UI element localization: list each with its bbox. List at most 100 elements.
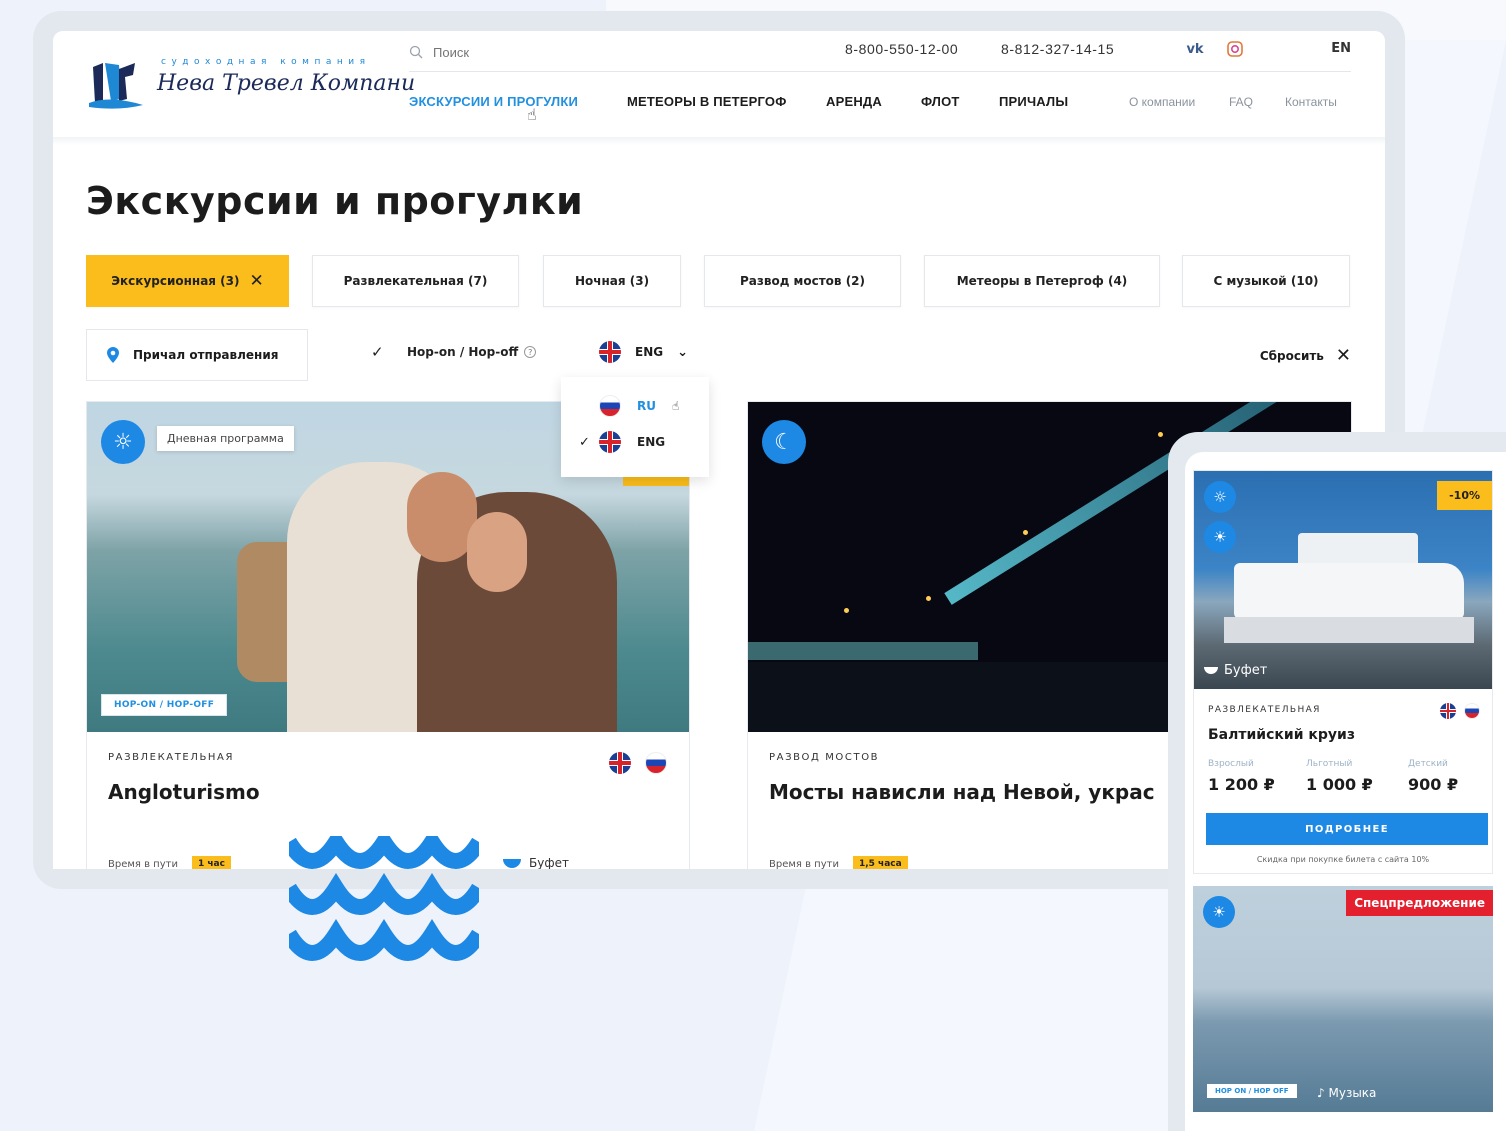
music-feature: ♪ Музыка [1317,1086,1376,1100]
price-adult: Взрослый 1 200 ₽ [1208,759,1275,794]
reset-button[interactable]: Сбросить ✕ [1260,345,1351,366]
tour-category: РАЗВОД МОСТОВ [769,752,880,763]
ru-flag-icon [599,395,621,417]
tour-name[interactable]: Балтийский круиз [1208,727,1355,743]
language-select[interactable]: ENG ⌄ [599,341,688,363]
price-label: Льготный [1306,759,1353,769]
tour-duration: Время в пути 1 час [108,856,231,869]
vk-icon[interactable]: vk [1185,39,1205,59]
search-bar[interactable] [409,41,789,63]
logo-tagline: судоходная компания [161,57,371,67]
hand-cursor-icon: ☝ [527,105,537,124]
search-input[interactable] [433,44,733,60]
sunrise-icon[interactable]: ☀ [1204,521,1236,553]
help-icon[interactable]: ? [524,346,537,358]
image-detail [926,596,931,601]
nav-about[interactable]: О компании [1129,95,1195,109]
pier-filter-label: Причал отправления [133,348,279,362]
tour-duration: Время в пути 1,5 часа [769,856,908,869]
ru-flag-icon [645,752,667,774]
nav-meteors[interactable]: МЕТЕОРЫ В ПЕТЕРГОФ [627,94,787,109]
chip-entertainment[interactable]: Развлекательная (7) [312,255,519,307]
hop-badge: HOP-ON / HOP-OFF [101,694,228,716]
tour-name[interactable]: Angloturismo [108,780,260,804]
tour-languages [1440,703,1480,719]
tour-category: РАЗВЛЕКАТЕЛЬНАЯ [1208,705,1321,715]
discount-note: Скидка при покупке билета с сайта 10% [1256,855,1430,864]
language-option-eng[interactable]: ENG [599,431,665,453]
logo-name: Нева Тревел Компани [157,71,416,96]
uk-flag-icon [599,431,621,453]
language-option-ru[interactable]: RU ☝ [599,395,679,417]
buffet-icon [1204,667,1218,674]
music-note-icon: ♪ [1317,1086,1325,1100]
duration-label: Время в пути [769,858,839,870]
chip-label: Метеоры в Петергоф (4) [956,274,1128,288]
nav-fleet[interactable]: ФЛОТ [921,94,960,109]
moon-icon[interactable]: ☾ [762,420,806,464]
pier-filter[interactable]: Причал отправления [86,329,308,381]
phone-link-1[interactable]: 8-800-550-12-00 [845,41,958,57]
sun-icon[interactable]: ☼ [101,420,145,464]
chip-label: Экскурсионная (3) [111,274,240,288]
duration-value: 1 час [191,856,231,869]
image-detail [1298,533,1418,567]
language-switch[interactable]: EN [1331,41,1351,56]
page-title: Экскурсии и прогулки [86,179,584,223]
close-icon[interactable]: ✕ [250,271,264,291]
chip-bridges[interactable]: Развод мостов (2) [704,255,901,307]
price-value: 900 ₽ [1408,775,1459,794]
nav-piers[interactable]: ПРИЧАЛЫ [999,94,1068,109]
buffet-feature: Буфет [503,856,569,869]
sunrise-icon[interactable]: ☀ [1203,896,1235,928]
language-option-label: ENG [637,435,666,449]
nav-rent[interactable]: АРЕНДА [826,94,882,109]
search-icon [409,45,423,59]
price-label: Взрослый [1208,759,1254,769]
price-label: Детский [1408,759,1448,769]
details-button[interactable]: ПОДРОБНЕЕ [1206,813,1488,845]
buffet-feature: Буфет [1204,663,1267,678]
image-detail [1023,530,1028,535]
hop-checkbox[interactable]: ✓ [371,343,391,365]
mobile-frame: ☼ ☀ -10% Буфет РАЗВЛЕКАТЕЛЬНАЯ Балтийски… [1168,432,1506,1131]
phone-link-2[interactable]: 8-812-327-14-15 [1001,41,1114,57]
sun-icon[interactable]: ☼ [1204,481,1236,513]
price-child: Детский 900 ₽ [1408,759,1458,794]
image-detail [748,642,978,660]
buffet-label: Буфет [529,856,569,869]
tour-category: РАЗВЛЕКАТЕЛЬНАЯ [108,752,235,763]
hop-badge: HOP ON / HOP OFF [1207,1084,1297,1098]
close-icon: ✕ [1335,345,1351,366]
language-select-value: ENG [635,345,664,359]
price-value: 1 200 ₽ [1208,775,1275,794]
chip-label: С музыкой (10) [1213,274,1319,288]
music-label: Музыка [1328,1086,1377,1100]
special-offer-badge: Спецпредложение [1346,890,1493,916]
logo-mark-icon [89,63,143,109]
check-icon: ✓ [579,435,590,450]
chip-label: Ночная (3) [574,274,650,288]
mobile-tour-card[interactable]: ☀ Спецпредложение HOP ON / HOP OFF ♪ Муз… [1193,886,1493,1112]
company-logo[interactable]: судоходная компания Нева Тревел Компани [89,51,415,115]
language-dropdown: RU ☝ ✓ ENG [561,377,709,477]
nav-contacts[interactable]: Контакты [1285,95,1337,109]
duration-label: Время в пути [108,858,178,870]
price-value: 1 000 ₽ [1306,775,1373,794]
mobile-tour-card[interactable]: ☼ ☀ -10% Буфет РАЗВЛЕКАТЕЛЬНАЯ Балтийски… [1193,470,1493,874]
nav-faq[interactable]: FAQ [1229,95,1253,109]
hop-filter[interactable]: Hop-on / Hop-off ? [407,345,537,359]
chip-music[interactable]: С музыкой (10) [1182,255,1350,307]
nav-excursions[interactable]: ЭКСКУРСИИ И ПРОГУЛКИ [409,94,578,109]
image-detail [1224,617,1474,643]
chip-excursion[interactable]: Экскурсионная (3) ✕ [86,255,289,307]
chip-night[interactable]: Ночная (3) [543,255,681,307]
tour-name[interactable]: Мосты нависли над Невой, украс [769,780,1155,804]
instagram-icon[interactable] [1225,39,1245,59]
buffet-label: Буфет [1224,663,1268,678]
buffet-icon [503,858,521,868]
uk-flag-icon [599,341,621,363]
chip-meteors[interactable]: Метеоры в Петергоф (4) [924,255,1160,307]
image-detail [1158,432,1163,437]
duration-value: 1,5 часа [852,856,908,869]
